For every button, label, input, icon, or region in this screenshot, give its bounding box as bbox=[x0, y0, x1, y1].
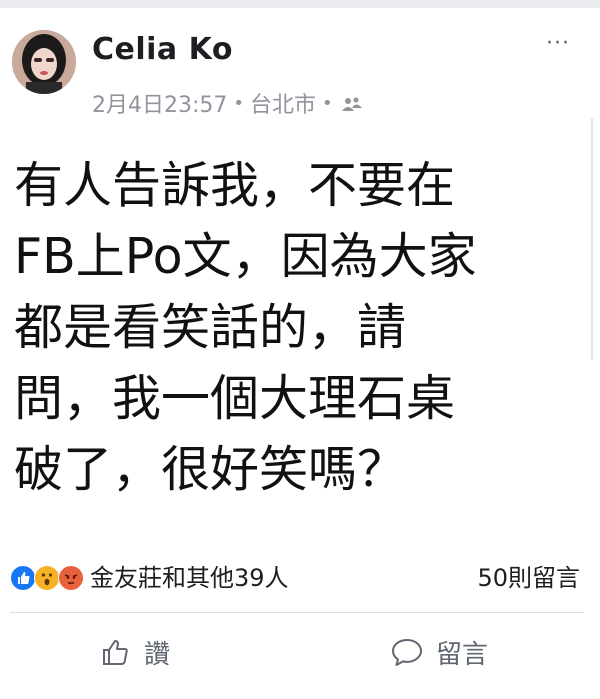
avatar[interactable] bbox=[12, 30, 76, 94]
avatar-photo bbox=[12, 30, 76, 94]
more-icon: ··· bbox=[546, 30, 570, 56]
post-meta: 2月4日23:57 • 台北市 • bbox=[92, 88, 363, 118]
comment-label: 留言 bbox=[436, 639, 489, 670]
comment-button[interactable]: 留言 bbox=[390, 630, 488, 674]
author-name[interactable]: Celia Ko bbox=[92, 32, 233, 67]
friends-icon bbox=[341, 94, 363, 112]
reaction-icons[interactable] bbox=[10, 565, 94, 591]
meta-separator-2: • bbox=[322, 92, 333, 114]
like-label: 讚 bbox=[144, 639, 171, 670]
top-border bbox=[0, 0, 600, 8]
angry-icon bbox=[58, 565, 84, 591]
action-divider bbox=[10, 612, 584, 613]
like-button[interactable]: 讚 bbox=[100, 630, 170, 674]
comment-count[interactable]: 50則留言 bbox=[477, 562, 580, 594]
wow-icon bbox=[34, 565, 60, 591]
like-icon bbox=[10, 565, 36, 591]
meta-separator: • bbox=[233, 92, 245, 114]
post-timestamp[interactable]: 2月4日23:57 bbox=[92, 87, 227, 119]
post-body: 有人告訴我，不要在 FB上Po文，因為大家 都是看笑話的，請 問，我一個大理石桌… bbox=[14, 157, 477, 498]
thumbs-up-icon bbox=[100, 636, 132, 668]
more-options-button[interactable]: ··· bbox=[538, 28, 578, 58]
reaction-summary[interactable]: 金友莊和其他39人 bbox=[90, 562, 289, 594]
comment-bubble-icon bbox=[390, 636, 424, 668]
post-location[interactable]: 台北市 bbox=[250, 87, 316, 119]
edge-divider bbox=[591, 118, 593, 360]
reactions-bar: 金友莊和其他39人 50則留言 bbox=[10, 562, 584, 594]
